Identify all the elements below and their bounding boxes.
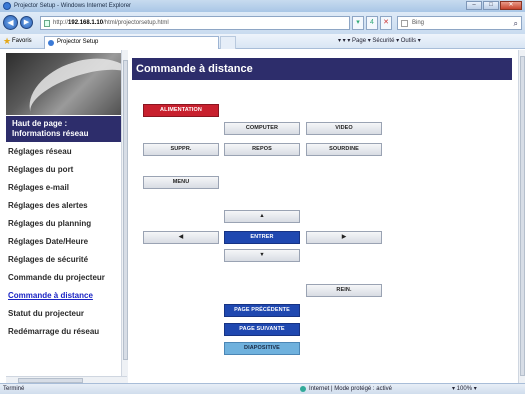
favorites-bar: ★ Favoris Projector Setup ▾ ▾ ▾ Page ▾ S… <box>0 34 525 49</box>
sidebar-item-port[interactable]: Réglages du port <box>6 162 121 178</box>
up-arrow-button[interactable]: ▲ <box>224 210 300 223</box>
sidebar-item-remote-control[interactable]: Commande à distance <box>6 288 121 304</box>
command-bar[interactable]: ▾ ▾ ▾ Page ▾ Sécurité ▾ Outils ▾ <box>338 34 421 49</box>
delete-button[interactable]: SUPPR. <box>143 143 219 156</box>
right-arrow-button[interactable]: ▶ <box>306 231 382 244</box>
security-zone[interactable]: Internet | Mode protégé : activé <box>300 384 392 394</box>
bing-icon <box>401 20 408 27</box>
sidebar-item-projector-control[interactable]: Commande du projecteur <box>6 270 121 286</box>
zone-label: Internet | Mode protégé : activé <box>309 386 392 392</box>
page-viewport: Haut de page : Informations réseau Régla… <box>0 50 525 383</box>
status-text: Terminé <box>3 386 25 392</box>
stop-button[interactable]: ✕ <box>380 16 392 30</box>
window-title: Projector Setup - Windows Internet Explo… <box>14 3 132 9</box>
computer-button[interactable]: COMPUTER <box>224 122 300 135</box>
search-icon[interactable]: ⌕ <box>514 18 518 30</box>
sidebar-vertical-scrollbar[interactable] <box>121 50 128 383</box>
sidebar-item-security[interactable]: Réglages de sécurité <box>6 252 121 268</box>
browser-tab[interactable]: Projector Setup <box>44 36 219 49</box>
menu-button[interactable]: MENU <box>143 176 219 189</box>
mute-button[interactable]: SOURDINE <box>306 143 382 156</box>
sidebar-item-label: Haut de page : <box>12 119 68 128</box>
page-title: Commande à distance <box>132 58 512 80</box>
search-input[interactable]: Bing ⌕ <box>397 16 522 30</box>
standby-button[interactable]: REPOS <box>224 143 300 156</box>
left-arrow-button[interactable]: ◀ <box>143 231 219 244</box>
window-titlebar: Projector Setup - Windows Internet Explo… <box>0 0 525 12</box>
sidebar: Haut de page : Informations réseau Régla… <box>6 50 121 383</box>
sidebar-item-projector-status[interactable]: Statut du projecteur <box>6 306 121 322</box>
sidebar-item-network-restart[interactable]: Redémarrage du réseau <box>6 324 121 340</box>
search-placeholder: Bing <box>412 20 425 26</box>
url-host: 192.168.1.10 <box>68 20 104 26</box>
address-tools: ▾ 4 ✕ <box>352 16 392 30</box>
close-button[interactable]: ✕ <box>500 1 522 10</box>
main-content: Commande à distance ALIMENTATION COMPUTE… <box>129 50 518 383</box>
down-arrow-button[interactable]: ▼ <box>224 249 300 262</box>
video-button[interactable]: VIDEO <box>306 122 382 135</box>
slideshow-button[interactable]: DIAPOSITIVE <box>224 342 300 355</box>
scrollbar-thumb[interactable] <box>520 56 525 376</box>
zoom-level[interactable]: ▾ 100% ▾ <box>452 384 477 394</box>
enter-button[interactable]: ENTRER <box>224 231 300 244</box>
sidebar-item-alerts[interactable]: Réglages des alertes <box>6 198 121 214</box>
compat-view-icon[interactable]: ▾ <box>352 16 364 30</box>
sidebar-item-network[interactable]: Réglages réseau <box>6 144 121 160</box>
address-input[interactable]: http://192.168.1.10/html/projectorsetup.… <box>40 16 350 30</box>
status-bar: Terminé Internet | Mode protégé : activé… <box>0 383 525 394</box>
sidebar-item-schedule[interactable]: Réglages du planning <box>6 216 121 232</box>
forward-arrow-icon[interactable]: ▶ <box>20 16 33 29</box>
sidebar-item-email[interactable]: Réglages e-mail <box>6 180 121 196</box>
tab-label: Projector Setup <box>57 39 99 45</box>
url-path: /html/projectorsetup.html <box>103 20 169 26</box>
maximize-button[interactable]: □ <box>483 1 499 10</box>
scrollbar-thumb[interactable] <box>123 60 128 360</box>
reset-button[interactable]: REIN. <box>306 284 382 297</box>
sidebar-horizontal-scrollbar[interactable] <box>6 376 127 383</box>
new-tab-button[interactable] <box>220 36 236 49</box>
globe-icon <box>300 386 306 392</box>
favorites-star-icon[interactable]: ★ <box>3 34 11 49</box>
power-button[interactable]: ALIMENTATION <box>143 104 219 117</box>
window-controls: – □ ✕ <box>466 1 522 10</box>
url-prefix: http:// <box>53 20 69 26</box>
page-next-button[interactable]: PAGE SUIVANTE <box>224 323 300 336</box>
sidebar-item-home[interactable]: Haut de page : Informations réseau <box>6 116 121 142</box>
page-previous-button[interactable]: PAGE PRÉCÉDENTE <box>224 304 300 317</box>
brand-logo-image <box>6 53 121 115</box>
main-vertical-scrollbar[interactable] <box>518 50 525 383</box>
favorites-button[interactable]: Favoris <box>12 34 32 49</box>
ie-logo-icon <box>3 2 11 10</box>
minimize-button[interactable]: – <box>466 1 482 10</box>
back-arrow-icon[interactable]: ◀ <box>3 15 18 30</box>
sidebar-item-datetime[interactable]: Réglages Date/Heure <box>6 234 121 250</box>
sidebar-item-label: Informations réseau <box>12 129 89 138</box>
refresh-button[interactable]: 4 <box>366 16 378 30</box>
page-icon <box>44 20 50 27</box>
tab-favicon-icon <box>48 40 54 46</box>
address-toolbar: ◀ ▶ http://192.168.1.10/html/projectorse… <box>0 12 525 34</box>
